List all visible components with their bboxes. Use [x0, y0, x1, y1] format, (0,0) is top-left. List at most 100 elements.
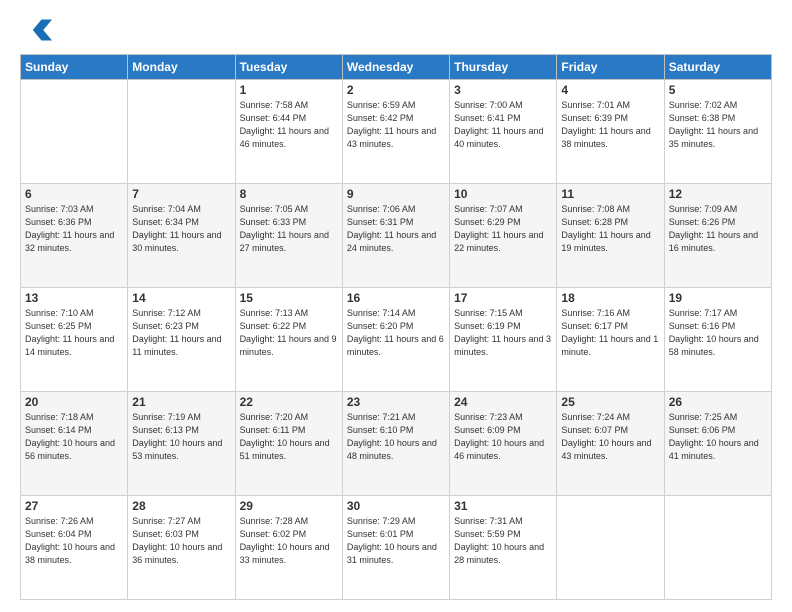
calendar-cell: 9 Sunrise: 7:06 AM Sunset: 6:31 PM Dayli…: [342, 184, 449, 288]
calendar-week-5: 27 Sunrise: 7:26 AM Sunset: 6:04 PM Dayl…: [21, 496, 772, 600]
calendar-cell: 19 Sunrise: 7:17 AM Sunset: 6:16 PM Dayl…: [664, 288, 771, 392]
calendar-cell: 28 Sunrise: 7:27 AM Sunset: 6:03 PM Dayl…: [128, 496, 235, 600]
day-info: Sunrise: 7:23 AM Sunset: 6:09 PM Dayligh…: [454, 411, 552, 463]
day-info: Sunrise: 7:12 AM Sunset: 6:23 PM Dayligh…: [132, 307, 230, 359]
day-number: 29: [240, 499, 338, 513]
day-info: Sunrise: 7:21 AM Sunset: 6:10 PM Dayligh…: [347, 411, 445, 463]
day-info: Sunrise: 7:13 AM Sunset: 6:22 PM Dayligh…: [240, 307, 338, 359]
day-number: 19: [669, 291, 767, 305]
day-number: 2: [347, 83, 445, 97]
day-info: Sunrise: 6:59 AM Sunset: 6:42 PM Dayligh…: [347, 99, 445, 151]
day-info: Sunrise: 7:02 AM Sunset: 6:38 PM Dayligh…: [669, 99, 767, 151]
logo: [20, 16, 52, 44]
day-info: Sunrise: 7:25 AM Sunset: 6:06 PM Dayligh…: [669, 411, 767, 463]
calendar-cell: 10 Sunrise: 7:07 AM Sunset: 6:29 PM Dayl…: [450, 184, 557, 288]
calendar-cell: 21 Sunrise: 7:19 AM Sunset: 6:13 PM Dayl…: [128, 392, 235, 496]
day-number: 18: [561, 291, 659, 305]
calendar-cell: 15 Sunrise: 7:13 AM Sunset: 6:22 PM Dayl…: [235, 288, 342, 392]
day-number: 11: [561, 187, 659, 201]
day-info: Sunrise: 7:03 AM Sunset: 6:36 PM Dayligh…: [25, 203, 123, 255]
calendar-week-1: 1 Sunrise: 7:58 AM Sunset: 6:44 PM Dayli…: [21, 80, 772, 184]
day-number: 28: [132, 499, 230, 513]
weekday-header-friday: Friday: [557, 55, 664, 80]
day-number: 27: [25, 499, 123, 513]
calendar-cell: 14 Sunrise: 7:12 AM Sunset: 6:23 PM Dayl…: [128, 288, 235, 392]
day-info: Sunrise: 7:10 AM Sunset: 6:25 PM Dayligh…: [25, 307, 123, 359]
day-info: Sunrise: 7:28 AM Sunset: 6:02 PM Dayligh…: [240, 515, 338, 567]
day-number: 25: [561, 395, 659, 409]
calendar-cell: 27 Sunrise: 7:26 AM Sunset: 6:04 PM Dayl…: [21, 496, 128, 600]
calendar-cell: 22 Sunrise: 7:20 AM Sunset: 6:11 PM Dayl…: [235, 392, 342, 496]
day-info: Sunrise: 7:26 AM Sunset: 6:04 PM Dayligh…: [25, 515, 123, 567]
calendar-cell: [21, 80, 128, 184]
day-number: 31: [454, 499, 552, 513]
weekday-header-monday: Monday: [128, 55, 235, 80]
logo-icon: [24, 16, 52, 44]
day-info: Sunrise: 7:15 AM Sunset: 6:19 PM Dayligh…: [454, 307, 552, 359]
day-info: Sunrise: 7:18 AM Sunset: 6:14 PM Dayligh…: [25, 411, 123, 463]
calendar-week-3: 13 Sunrise: 7:10 AM Sunset: 6:25 PM Dayl…: [21, 288, 772, 392]
day-info: Sunrise: 7:19 AM Sunset: 6:13 PM Dayligh…: [132, 411, 230, 463]
calendar-cell: 31 Sunrise: 7:31 AM Sunset: 5:59 PM Dayl…: [450, 496, 557, 600]
calendar-cell: [557, 496, 664, 600]
day-number: 10: [454, 187, 552, 201]
day-info: Sunrise: 7:58 AM Sunset: 6:44 PM Dayligh…: [240, 99, 338, 151]
calendar-cell: 1 Sunrise: 7:58 AM Sunset: 6:44 PM Dayli…: [235, 80, 342, 184]
day-number: 6: [25, 187, 123, 201]
calendar-cell: 20 Sunrise: 7:18 AM Sunset: 6:14 PM Dayl…: [21, 392, 128, 496]
day-number: 8: [240, 187, 338, 201]
day-info: Sunrise: 7:17 AM Sunset: 6:16 PM Dayligh…: [669, 307, 767, 359]
calendar-cell: 2 Sunrise: 6:59 AM Sunset: 6:42 PM Dayli…: [342, 80, 449, 184]
calendar-cell: 24 Sunrise: 7:23 AM Sunset: 6:09 PM Dayl…: [450, 392, 557, 496]
calendar-cell: 4 Sunrise: 7:01 AM Sunset: 6:39 PM Dayli…: [557, 80, 664, 184]
day-number: 13: [25, 291, 123, 305]
calendar-cell: [664, 496, 771, 600]
day-number: 20: [25, 395, 123, 409]
weekday-header-tuesday: Tuesday: [235, 55, 342, 80]
day-info: Sunrise: 7:05 AM Sunset: 6:33 PM Dayligh…: [240, 203, 338, 255]
day-number: 23: [347, 395, 445, 409]
day-number: 14: [132, 291, 230, 305]
day-number: 3: [454, 83, 552, 97]
weekday-header-thursday: Thursday: [450, 55, 557, 80]
day-info: Sunrise: 7:00 AM Sunset: 6:41 PM Dayligh…: [454, 99, 552, 151]
day-number: 15: [240, 291, 338, 305]
day-number: 22: [240, 395, 338, 409]
calendar-cell: 3 Sunrise: 7:00 AM Sunset: 6:41 PM Dayli…: [450, 80, 557, 184]
day-number: 5: [669, 83, 767, 97]
day-info: Sunrise: 7:07 AM Sunset: 6:29 PM Dayligh…: [454, 203, 552, 255]
day-info: Sunrise: 7:31 AM Sunset: 5:59 PM Dayligh…: [454, 515, 552, 567]
calendar-cell: 8 Sunrise: 7:05 AM Sunset: 6:33 PM Dayli…: [235, 184, 342, 288]
calendar-cell: 12 Sunrise: 7:09 AM Sunset: 6:26 PM Dayl…: [664, 184, 771, 288]
day-number: 9: [347, 187, 445, 201]
day-number: 24: [454, 395, 552, 409]
day-info: Sunrise: 7:04 AM Sunset: 6:34 PM Dayligh…: [132, 203, 230, 255]
calendar-cell: [128, 80, 235, 184]
calendar-cell: 5 Sunrise: 7:02 AM Sunset: 6:38 PM Dayli…: [664, 80, 771, 184]
page: SundayMondayTuesdayWednesdayThursdayFrid…: [0, 0, 792, 612]
day-info: Sunrise: 7:24 AM Sunset: 6:07 PM Dayligh…: [561, 411, 659, 463]
calendar-cell: 26 Sunrise: 7:25 AM Sunset: 6:06 PM Dayl…: [664, 392, 771, 496]
calendar-cell: 29 Sunrise: 7:28 AM Sunset: 6:02 PM Dayl…: [235, 496, 342, 600]
day-number: 21: [132, 395, 230, 409]
day-info: Sunrise: 7:20 AM Sunset: 6:11 PM Dayligh…: [240, 411, 338, 463]
day-info: Sunrise: 7:06 AM Sunset: 6:31 PM Dayligh…: [347, 203, 445, 255]
weekday-header-wednesday: Wednesday: [342, 55, 449, 80]
calendar-cell: 25 Sunrise: 7:24 AM Sunset: 6:07 PM Dayl…: [557, 392, 664, 496]
calendar-cell: 11 Sunrise: 7:08 AM Sunset: 6:28 PM Dayl…: [557, 184, 664, 288]
day-info: Sunrise: 7:14 AM Sunset: 6:20 PM Dayligh…: [347, 307, 445, 359]
day-number: 30: [347, 499, 445, 513]
calendar-cell: 17 Sunrise: 7:15 AM Sunset: 6:19 PM Dayl…: [450, 288, 557, 392]
day-info: Sunrise: 7:16 AM Sunset: 6:17 PM Dayligh…: [561, 307, 659, 359]
day-info: Sunrise: 7:08 AM Sunset: 6:28 PM Dayligh…: [561, 203, 659, 255]
day-number: 17: [454, 291, 552, 305]
calendar-cell: 6 Sunrise: 7:03 AM Sunset: 6:36 PM Dayli…: [21, 184, 128, 288]
calendar-cell: 16 Sunrise: 7:14 AM Sunset: 6:20 PM Dayl…: [342, 288, 449, 392]
calendar-cell: 7 Sunrise: 7:04 AM Sunset: 6:34 PM Dayli…: [128, 184, 235, 288]
calendar-cell: 30 Sunrise: 7:29 AM Sunset: 6:01 PM Dayl…: [342, 496, 449, 600]
calendar-week-4: 20 Sunrise: 7:18 AM Sunset: 6:14 PM Dayl…: [21, 392, 772, 496]
calendar-cell: 13 Sunrise: 7:10 AM Sunset: 6:25 PM Dayl…: [21, 288, 128, 392]
weekday-header-saturday: Saturday: [664, 55, 771, 80]
calendar-header-row: SundayMondayTuesdayWednesdayThursdayFrid…: [21, 55, 772, 80]
day-number: 4: [561, 83, 659, 97]
